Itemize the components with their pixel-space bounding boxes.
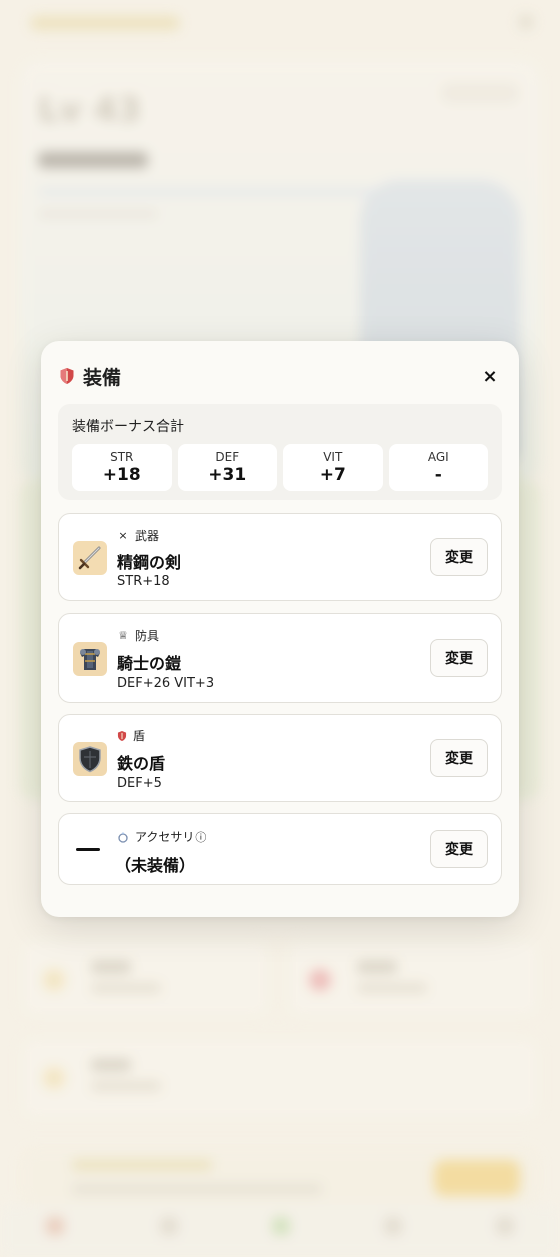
stat-label: AGI xyxy=(427,449,449,464)
armor-icon xyxy=(73,642,107,676)
change-shield-button[interactable]: 変更 xyxy=(430,739,488,777)
slot-category-label: 武器 xyxy=(135,529,160,543)
sword-icon xyxy=(73,541,107,575)
slot-item-stat: DEF+5 xyxy=(117,776,162,791)
equipment-modal: 装備 × 装備ボーナス合計 STR +18 DEF +31 VIT +7 AGI… xyxy=(41,341,519,917)
slot-item-name: （未装備） xyxy=(115,856,196,875)
change-accessory-button[interactable]: 変更 xyxy=(430,830,488,868)
slot-category-label: 防具 xyxy=(135,629,160,643)
slot-category: × 武器 xyxy=(117,527,159,544)
empty-dash-icon xyxy=(76,848,100,851)
armor-small-icon: ♕ xyxy=(118,629,128,642)
stat-label: VIT xyxy=(323,449,343,464)
bonus-stats: STR +18 DEF +31 VIT +7 AGI - xyxy=(72,444,488,491)
shield-icon xyxy=(60,368,74,384)
modal-title: 装備 xyxy=(83,366,122,389)
slot-weapon: × 武器 精鋼の剣 STR+18 変更 xyxy=(58,513,502,601)
stat-value: - xyxy=(434,464,442,485)
stat-value: +31 xyxy=(208,464,247,485)
close-button[interactable]: × xyxy=(479,365,501,387)
stat-def: DEF +31 xyxy=(177,444,277,491)
slot-armor: ♕ 防具 騎士の鎧 DEF+26 VIT+3 変更 xyxy=(58,613,502,703)
change-weapon-button[interactable]: 変更 xyxy=(430,538,488,576)
stat-agi: AGI - xyxy=(388,444,488,491)
slot-item-stat: STR+18 xyxy=(117,574,170,589)
slot-item-name: 鉄の盾 xyxy=(117,754,166,773)
stat-value: +18 xyxy=(102,464,141,485)
stat-vit: VIT +7 xyxy=(283,444,383,491)
slot-accessory: アクセサリ ⓘ （未装備） 変更 xyxy=(58,813,502,885)
slot-category-label: アクセサリ xyxy=(135,830,195,844)
slot-item-stat: DEF+26 VIT+3 xyxy=(117,676,215,691)
stat-label: STR xyxy=(110,449,134,464)
slot-shield: 盾 鉄の盾 DEF+5 変更 xyxy=(58,714,502,802)
ring-icon xyxy=(118,831,128,843)
iron-shield-icon xyxy=(73,742,107,776)
crossed-swords-icon: × xyxy=(118,529,128,542)
stat-label: DEF xyxy=(215,449,240,464)
slot-item-name: 騎士の鎧 xyxy=(117,654,182,673)
modal-header: 装備 × xyxy=(59,363,501,389)
shield-small-icon xyxy=(117,730,127,741)
slot-category: 盾 xyxy=(117,727,145,744)
stat-value: +7 xyxy=(319,464,346,485)
stat-str: STR +18 xyxy=(72,444,172,491)
bonus-title: 装備ボーナス合計 xyxy=(72,419,184,435)
slot-category: ♕ 防具 xyxy=(117,627,159,644)
slot-item-name: 精鋼の剣 xyxy=(117,553,182,572)
slot-category: アクセサリ ⓘ xyxy=(117,828,206,845)
change-armor-button[interactable]: 変更 xyxy=(430,639,488,677)
info-icon[interactable]: ⓘ xyxy=(195,829,206,845)
bonus-summary: 装備ボーナス合計 STR +18 DEF +31 VIT +7 AGI - xyxy=(58,404,502,500)
slot-category-label: 盾 xyxy=(133,729,146,743)
